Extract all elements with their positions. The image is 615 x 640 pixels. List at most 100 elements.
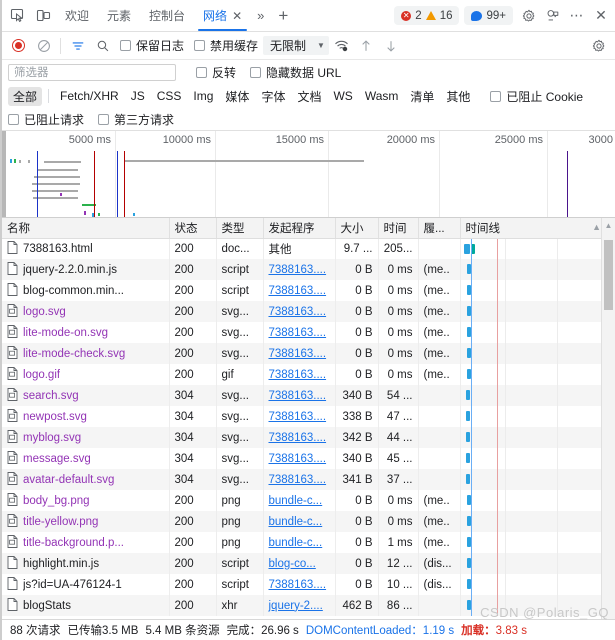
add-tab-button[interactable]: + [270,7,296,24]
tab-console[interactable]: 控制台 [140,0,194,31]
initiator-link[interactable]: 7388163.... [269,411,327,423]
table-row[interactable]: lite-mode-on.svg 200 svg... 7388163.... 0 B0… [2,322,615,343]
cell-name[interactable]: title-yellow.png [2,511,170,532]
cell-name[interactable]: search.svg [2,385,170,406]
cell-name[interactable]: newpost.svg [2,406,170,427]
cell-waterfall[interactable] [460,553,615,574]
column-header-cascade[interactable]: 履... [418,218,461,239]
blocked-requests-checkbox[interactable]: 已阻止请求 [8,111,84,128]
initiator-link[interactable]: 7388163.... [269,327,327,339]
cell-initiator[interactable]: 7388163.... [263,364,336,385]
third-party-checkbox[interactable]: 第三方请求 [98,111,174,128]
cell-waterfall[interactable] [460,322,615,343]
column-header-time[interactable]: 时间 [378,218,419,239]
hide-data-urls-checkbox[interactable]: 隐藏数据 URL [250,64,341,81]
initiator-link[interactable]: 7388163.... [269,348,327,360]
column-header-name[interactable]: 名称 [2,218,170,239]
table-row[interactable]: jquery-2.2.0.min.js 200 script 7388163.... 0… [2,259,615,280]
cell-name[interactable]: body_bg.png [2,490,170,511]
initiator-link[interactable]: 7388163.... [269,432,327,444]
settings-gear-icon[interactable] [517,3,541,29]
cell-waterfall[interactable] [460,448,615,469]
cell-name[interactable]: jquery-2.2.0.min.js [2,259,170,280]
cell-name[interactable]: blog-common.min... [2,280,170,301]
table-row[interactable]: blog-common.min... 200 script 7388163.... 0 … [2,280,615,301]
throttle-select[interactable]: 无限制 ▼ [263,36,329,55]
table-row[interactable]: 7388163.html 200 doc... 其他 9.7 ... 205... [2,238,615,259]
table-scrollbar[interactable]: ▲ [601,218,615,619]
table-row[interactable]: lite-mode-check.svg 200 svg... 7388163.... 0… [2,343,615,364]
initiator-link[interactable]: 7388163.... [269,285,327,297]
cell-waterfall[interactable] [460,364,615,385]
cell-waterfall[interactable] [460,238,615,259]
close-tab-icon[interactable]: ✕ [232,10,242,22]
cell-waterfall[interactable] [460,511,615,532]
tab-welcome[interactable]: 欢迎 [56,0,98,31]
initiator-link[interactable]: blog-co... [269,558,316,570]
cell-initiator[interactable]: bundle-c... [263,532,336,553]
cell-initiator[interactable]: 7388163.... [263,343,336,364]
initiator-link[interactable]: bundle-c... [269,495,323,507]
table-row[interactable]: message.svg 304 svg... 7388163.... 340 B 45 .… [2,448,615,469]
initiator-link[interactable]: 7388163.... [269,453,327,465]
import-har-icon[interactable] [354,33,379,58]
column-header-status[interactable]: 状态 [169,218,217,239]
scroll-up-icon[interactable]: ▲ [602,222,615,230]
tab-elements[interactable]: 元素 [98,0,140,31]
cell-initiator[interactable]: 7388163.... [263,448,336,469]
more-options-icon[interactable]: ⋯ [565,3,589,29]
device-toolbar-icon[interactable] [30,3,56,29]
cell-name[interactable]: 7388163.html [2,238,170,259]
table-row[interactable]: blogStats 200 xhr jquery-2.... 462 B 86 ... [2,595,615,616]
table-row[interactable]: logo.gif 200 gif 7388163.... 0 B0 ms (me.. [2,364,615,385]
cell-waterfall[interactable] [460,574,615,595]
initiator-link[interactable]: jquery-2.... [269,600,323,612]
table-row[interactable]: highlight.min.js 200 script blog-co... 0 B 12… [2,553,615,574]
initiator-link[interactable]: 7388163.... [269,474,327,486]
cell-initiator[interactable]: 7388163.... [263,259,336,280]
cell-initiator[interactable]: 7388163.... [263,406,336,427]
column-header-type[interactable]: 类型 [216,218,264,239]
cell-waterfall[interactable] [460,259,615,280]
table-row[interactable]: body_bg.png 200 png bundle-c... 0 B0 ms (me.. [2,490,615,511]
export-har-icon[interactable] [379,33,404,58]
cell-initiator[interactable]: blog-co... [263,553,336,574]
cell-name[interactable]: js?id=UA-476124-1 [2,574,170,595]
filter-input[interactable]: 筛选器 [8,63,176,81]
cell-waterfall[interactable] [460,532,615,553]
cell-waterfall[interactable] [460,406,615,427]
cell-initiator[interactable]: 7388163.... [263,280,336,301]
cell-waterfall[interactable] [460,280,615,301]
cell-initiator[interactable]: 7388163.... [263,301,336,322]
table-row[interactable]: title-yellow.png 200 png bundle-c... 0 B0 ms… [2,511,615,532]
initiator-link[interactable]: bundle-c... [269,516,323,528]
cell-name[interactable]: logo.gif [2,364,170,385]
type-filter-wasm[interactable]: Wasm [360,88,404,104]
cell-waterfall[interactable] [460,301,615,322]
record-button[interactable] [6,33,31,58]
type-filter-css[interactable]: CSS [152,88,187,104]
table-row[interactable]: myblog.svg 304 svg... 7388163.... 342 B 44 ..… [2,427,615,448]
cell-initiator[interactable]: 7388163.... [263,427,336,448]
cell-name[interactable]: message.svg [2,448,170,469]
column-header-waterfall[interactable]: 时间线 ▲ [460,218,615,239]
cell-initiator[interactable]: 7388163.... [263,469,336,490]
cell-waterfall[interactable] [460,595,615,616]
type-filter-js[interactable]: JS [126,88,150,104]
cell-name[interactable]: blogStats [2,595,170,616]
type-filter-all[interactable]: 全部 [8,86,43,106]
cell-name[interactable]: avatar-default.svg [2,469,170,490]
clear-button[interactable] [31,33,56,58]
tab-network[interactable]: 网络 ✕ [194,0,251,31]
type-filter-img[interactable]: Img [188,88,218,104]
close-devtools-icon[interactable]: ✕ [589,3,613,29]
type-filter-doc[interactable]: 文档 [292,87,326,106]
cell-initiator[interactable]: bundle-c... [263,511,336,532]
type-filter-manifest[interactable]: 清单 [405,87,439,106]
cell-initiator[interactable]: 7388163.... [263,574,336,595]
type-filter-other[interactable]: 其他 [441,87,475,106]
network-settings-icon[interactable] [586,33,611,58]
table-row[interactable]: search.svg 304 svg... 7388163.... 340 B 54 ..… [2,385,615,406]
cell-waterfall[interactable] [460,469,615,490]
initiator-link[interactable]: 7388163.... [269,579,327,591]
